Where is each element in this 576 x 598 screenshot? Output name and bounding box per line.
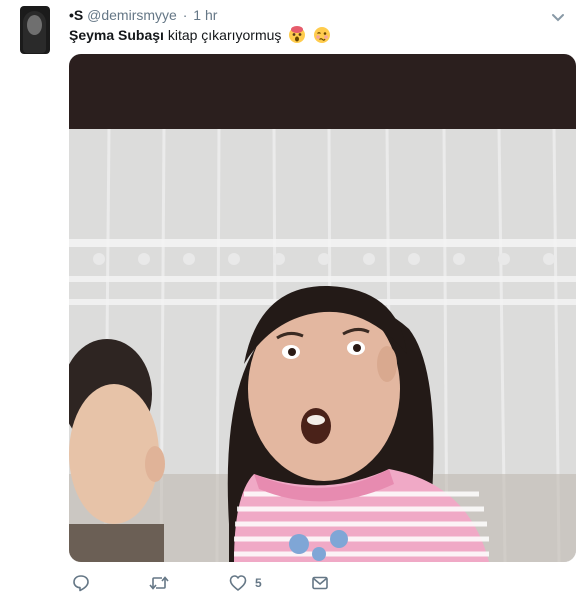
timestamp[interactable]: 1 hr: [193, 7, 217, 23]
tweet[interactable]: •S @demirsmyye · 1 hr Şeyma Subaşı kitap…: [0, 0, 576, 598]
avatar[interactable]: [20, 6, 50, 54]
retweet-icon: [149, 574, 169, 592]
tweet-actions: 5: [69, 572, 369, 594]
reply-button[interactable]: [72, 572, 90, 594]
woozy-face-emoji: [313, 26, 331, 48]
chevron-down-icon[interactable]: [551, 10, 565, 22]
header-separator: ·: [182, 7, 188, 23]
shocked-face-emoji: [288, 26, 306, 48]
tweet-body: kitap çıkarıyormuş: [167, 27, 282, 43]
heart-icon: [229, 574, 247, 592]
reply-icon: [72, 574, 90, 592]
tweet-header: •S @demirsmyye · 1 hr: [69, 6, 217, 24]
direct-message-button[interactable]: [311, 572, 329, 594]
tweet-photo[interactable]: [69, 54, 576, 562]
avatar-face: [27, 15, 42, 35]
mentioned-name: Şeyma Subaşı: [69, 27, 164, 43]
envelope-icon: [311, 574, 329, 592]
retweet-button[interactable]: [149, 572, 169, 594]
like-count: 5: [255, 576, 262, 590]
like-button[interactable]: 5: [229, 572, 262, 594]
display-name[interactable]: •S: [69, 7, 83, 23]
user-handle[interactable]: @demirsmyye: [87, 7, 177, 23]
tweet-text: Şeyma Subaşı kitap çıkarıyormuş: [69, 26, 331, 46]
